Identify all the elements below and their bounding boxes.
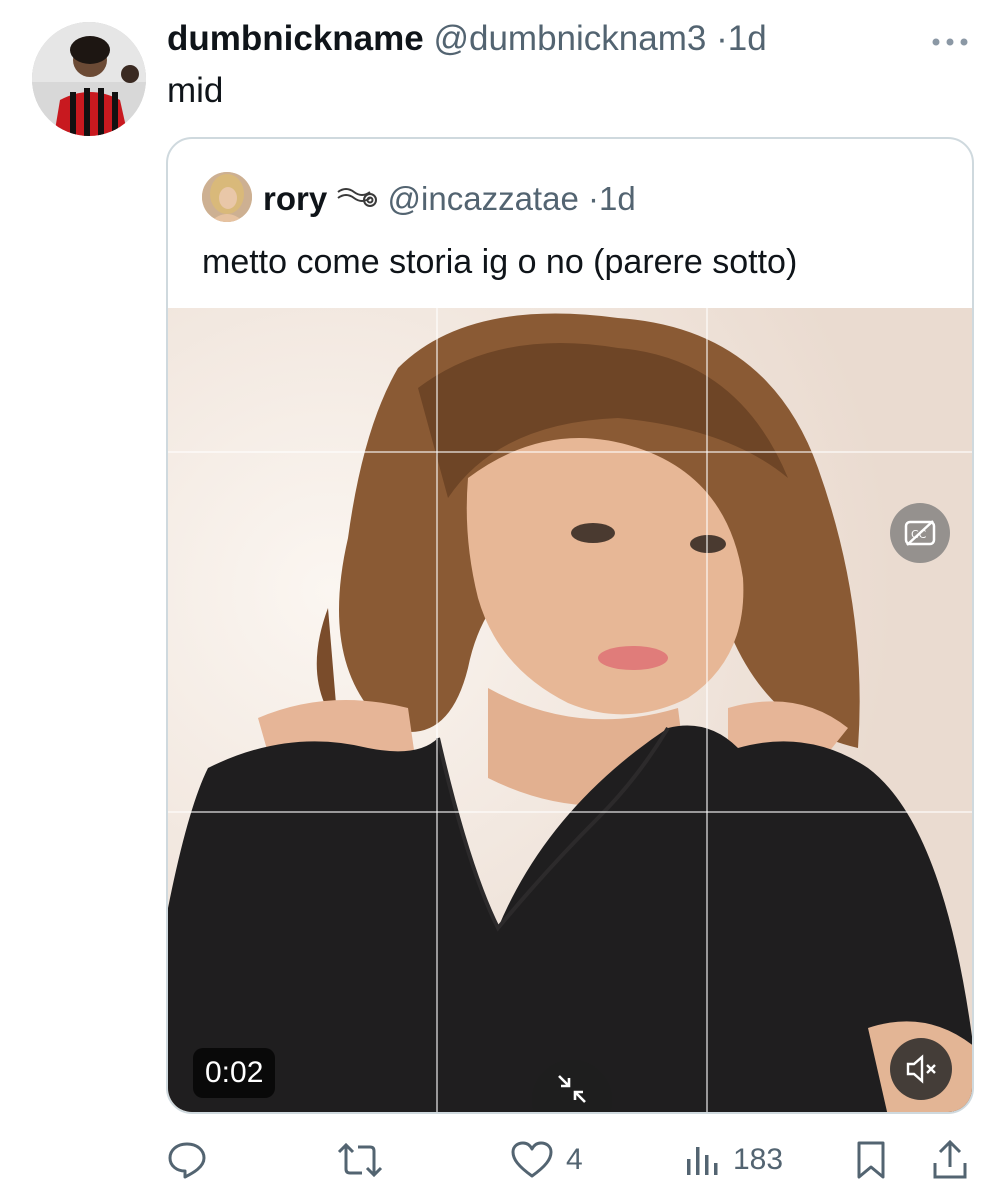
quoted-author-name[interactable]: rory [263, 180, 327, 217]
quoted-tweet-text: metto come storia ig o no (parere sotto) [202, 243, 798, 281]
more-icon[interactable] [930, 22, 970, 54]
author-avatar[interactable] [32, 22, 146, 136]
bookmark-icon [853, 1139, 889, 1181]
quoted-author-avatar[interactable] [202, 172, 252, 222]
video-duration: 0:02 [193, 1048, 276, 1098]
reply-button[interactable] [166, 1135, 208, 1185]
views-button[interactable]: 183 [683, 1135, 783, 1185]
action-bar: 4 183 [0, 1135, 1005, 1185]
like-button[interactable]: 4 [510, 1135, 583, 1185]
video-player[interactable]: CC 0:02 [168, 308, 972, 1112]
share-button[interactable] [930, 1135, 970, 1185]
grid-line-horizontal [168, 451, 972, 453]
retweet-icon [336, 1139, 384, 1181]
share-icon [930, 1139, 970, 1181]
captions-off-icon[interactable]: CC [890, 503, 950, 563]
grid-line-vertical [706, 308, 708, 1112]
quoted-tweet-timestamp[interactable]: 1d [599, 180, 636, 217]
like-count: 4 [566, 1143, 583, 1176]
bookmark-button[interactable] [853, 1135, 889, 1185]
speaker-muted-icon[interactable] [890, 1038, 952, 1100]
grid-line-horizontal [168, 811, 972, 813]
tweet-header: dumbnickname @dumbnicknam3 ·1d [167, 18, 767, 60]
quoted-header-separator: · [587, 180, 599, 217]
video-frame [168, 308, 972, 1112]
reply-icon [166, 1139, 208, 1181]
views-count: 183 [733, 1143, 784, 1176]
heart-icon [510, 1140, 554, 1180]
tweet-timestamp[interactable]: 1d [728, 19, 767, 58]
author-name[interactable]: dumbnickname [167, 19, 424, 58]
author-handle[interactable]: @dumbnicknam3 [433, 19, 706, 58]
swirl-emoji-icon [336, 181, 378, 221]
quoted-tweet-header: rory @incazzatae ·1d [263, 179, 636, 221]
views-icon [683, 1141, 721, 1179]
quoted-author-handle[interactable]: @incazzatae [388, 180, 579, 217]
header-separator: · [716, 19, 728, 58]
quoted-tweet[interactable]: rory @incazzatae ·1d metto come storia i… [166, 137, 974, 1114]
retweet-button[interactable] [336, 1135, 384, 1185]
grid-line-vertical [436, 308, 438, 1112]
tweet-text: mid [167, 71, 224, 110]
